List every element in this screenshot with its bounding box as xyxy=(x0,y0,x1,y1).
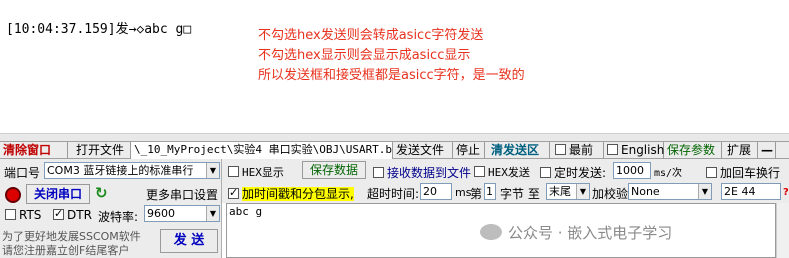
latest-checkbox[interactable] xyxy=(555,144,566,155)
chevron-down-icon[interactable]: ▼ xyxy=(206,163,219,178)
timed-send-label: 定时发送: xyxy=(554,166,607,180)
toolbar: 清除窗口 打开文件 \_10_MyProject\实验4 串口实验\OBJ\US… xyxy=(0,141,789,159)
timed-send-checkbox[interactable] xyxy=(540,167,551,178)
add-crlf-checkbox[interactable] xyxy=(706,167,717,178)
save-params-button[interactable]: 保存参数 xyxy=(664,142,722,159)
checksum-value: None xyxy=(631,185,660,198)
add-crlf-toggle[interactable]: 加回车换行 xyxy=(706,164,780,181)
watermark-text: 公众号 · 嵌入式电子学习 xyxy=(508,224,673,242)
checksum-label: 加校验 xyxy=(592,187,629,201)
baud-select[interactable]: 9600 ▼ xyxy=(144,205,220,222)
wechat-icon xyxy=(480,224,502,240)
timeout-unit: ms xyxy=(455,186,472,199)
port-status-icon xyxy=(5,187,21,203)
rts-checkbox[interactable] xyxy=(5,209,16,220)
chevron-down-icon[interactable]: ▼ xyxy=(576,184,589,199)
port-label: 端口号 xyxy=(4,166,41,180)
port-value: COM3 蓝牙链接上的标准串行 xyxy=(47,164,194,177)
port-settings-panel: 端口号 COM3 蓝牙链接上的标准串行 ▼ 关闭串口 ↻ 更多串口设置 RTS … xyxy=(0,159,222,258)
hex-send-checkbox[interactable] xyxy=(474,166,485,177)
port-select[interactable]: COM3 蓝牙链接上的标准串行 ▼ xyxy=(44,162,220,179)
help-icon[interactable]: ? xyxy=(783,187,789,198)
clear-window-button[interactable]: 清除窗口 xyxy=(0,142,68,159)
chevron-down-icon[interactable]: ▼ xyxy=(206,206,219,221)
byte-end-select[interactable]: 末尾 ▼ xyxy=(546,183,590,200)
send-button[interactable]: 发 送 xyxy=(160,229,218,253)
send-area-scrollbar[interactable] xyxy=(776,203,789,258)
timestamp-toggle[interactable]: 加时间戳和分包显示, xyxy=(228,185,354,202)
hex-send-label: HEX发送 xyxy=(488,166,530,179)
timed-send-toggle[interactable]: 定时发送: xyxy=(540,164,606,181)
english-label: English xyxy=(621,143,665,157)
options-panel: HEX显示 保存数据 接收数据到文件 HEX发送 定时发送: 1000 ms/次… xyxy=(222,159,789,203)
chevron-down-icon[interactable]: ▼ xyxy=(698,184,711,199)
dtr-checkbox[interactable] xyxy=(53,207,64,220)
rts-label: RTS xyxy=(19,208,42,222)
recv-to-file-checkbox[interactable] xyxy=(373,167,384,178)
hex-send-toggle[interactable]: HEX发送 xyxy=(474,164,530,180)
file-path-field[interactable]: \_10_MyProject\实验4 串口实验\OBJ\USART.bin xyxy=(131,142,393,159)
watermark: 公众号 · 嵌入式电子学习 xyxy=(480,222,672,243)
splitter[interactable] xyxy=(0,134,789,141)
baud-value: 9600 xyxy=(147,207,175,220)
add-crlf-label: 加回车换行 xyxy=(720,166,781,180)
receive-text: [10:04:37.159]发→◇abc g□ xyxy=(6,22,192,37)
hex-display-label: HEX显示 xyxy=(242,166,284,179)
byte-end-value: 末尾 xyxy=(549,185,571,198)
more-settings-link[interactable]: 更多串口设置 xyxy=(146,186,218,203)
hex-display-toggle[interactable]: HEX显示 xyxy=(228,164,284,180)
timestamp-checkbox[interactable] xyxy=(228,186,239,199)
save-data-button[interactable]: 保存数据 xyxy=(302,161,366,179)
stop-button[interactable]: 停止 xyxy=(453,142,485,159)
checksum-select[interactable]: None ▼ xyxy=(628,183,712,200)
latest-label: 最前 xyxy=(569,143,594,157)
english-toggle[interactable]: English xyxy=(604,142,664,159)
annotation-note: 不勾选hex发送则会转成asicc字符发送 不勾选hex显示则会显示成asicc… xyxy=(258,26,525,86)
timeout-label: 超时时间: xyxy=(367,187,420,201)
refresh-icon[interactable]: ↻ xyxy=(95,184,108,202)
interval-input[interactable]: 1000 xyxy=(613,162,651,179)
timestamp-label: 加时间戳和分包显示, xyxy=(242,187,354,201)
baud-label: 波特率: xyxy=(98,210,139,224)
annotation-line-2: 不勾选hex显示则会显示成asicc显示 xyxy=(258,48,471,63)
interval-unit: ms/次 xyxy=(654,168,683,179)
checksum-hex-field[interactable]: 2E 44 xyxy=(721,183,781,200)
receive-area[interactable]: [10:04:37.159]发→◇abc g□ 不勾选hex发送则会转成asic… xyxy=(0,0,789,134)
send-file-button[interactable]: 发送文件 xyxy=(393,142,453,159)
byte-label: 字节 至 xyxy=(500,187,540,201)
hex-display-checkbox[interactable] xyxy=(228,166,239,177)
send-text: abc g xyxy=(229,205,263,218)
clear-send-button[interactable]: 清发送区 xyxy=(488,142,550,159)
byte-prefix: 第 xyxy=(470,187,483,201)
annotation-line-1: 不勾选hex发送则会转成asicc字符发送 xyxy=(258,28,484,43)
expand-button[interactable]: 扩展 xyxy=(724,142,758,159)
promo-line-2: 请您注册嘉立创F结尾客户 xyxy=(2,244,130,257)
byte-index-input[interactable]: 1 xyxy=(484,183,496,200)
open-file-button[interactable]: 打开文件 xyxy=(73,142,131,159)
latest-toggle[interactable]: 最前 xyxy=(552,142,604,159)
rts-toggle[interactable]: RTS xyxy=(5,208,41,222)
timeout-input[interactable]: 20 xyxy=(420,183,452,200)
close-port-button[interactable]: 关闭串口 xyxy=(26,184,90,204)
english-checkbox[interactable] xyxy=(607,144,618,155)
annotation-line-3: 所以发送框和接受框都是asicc字符，是一致的 xyxy=(258,68,525,83)
recv-to-file-toggle[interactable]: 接收数据到文件 xyxy=(373,164,471,181)
collapse-button[interactable]: — xyxy=(758,142,776,159)
dtr-label: DTR xyxy=(67,208,92,222)
recv-to-file-label: 接收数据到文件 xyxy=(387,166,472,180)
dtr-toggle[interactable]: DTR xyxy=(53,207,92,222)
